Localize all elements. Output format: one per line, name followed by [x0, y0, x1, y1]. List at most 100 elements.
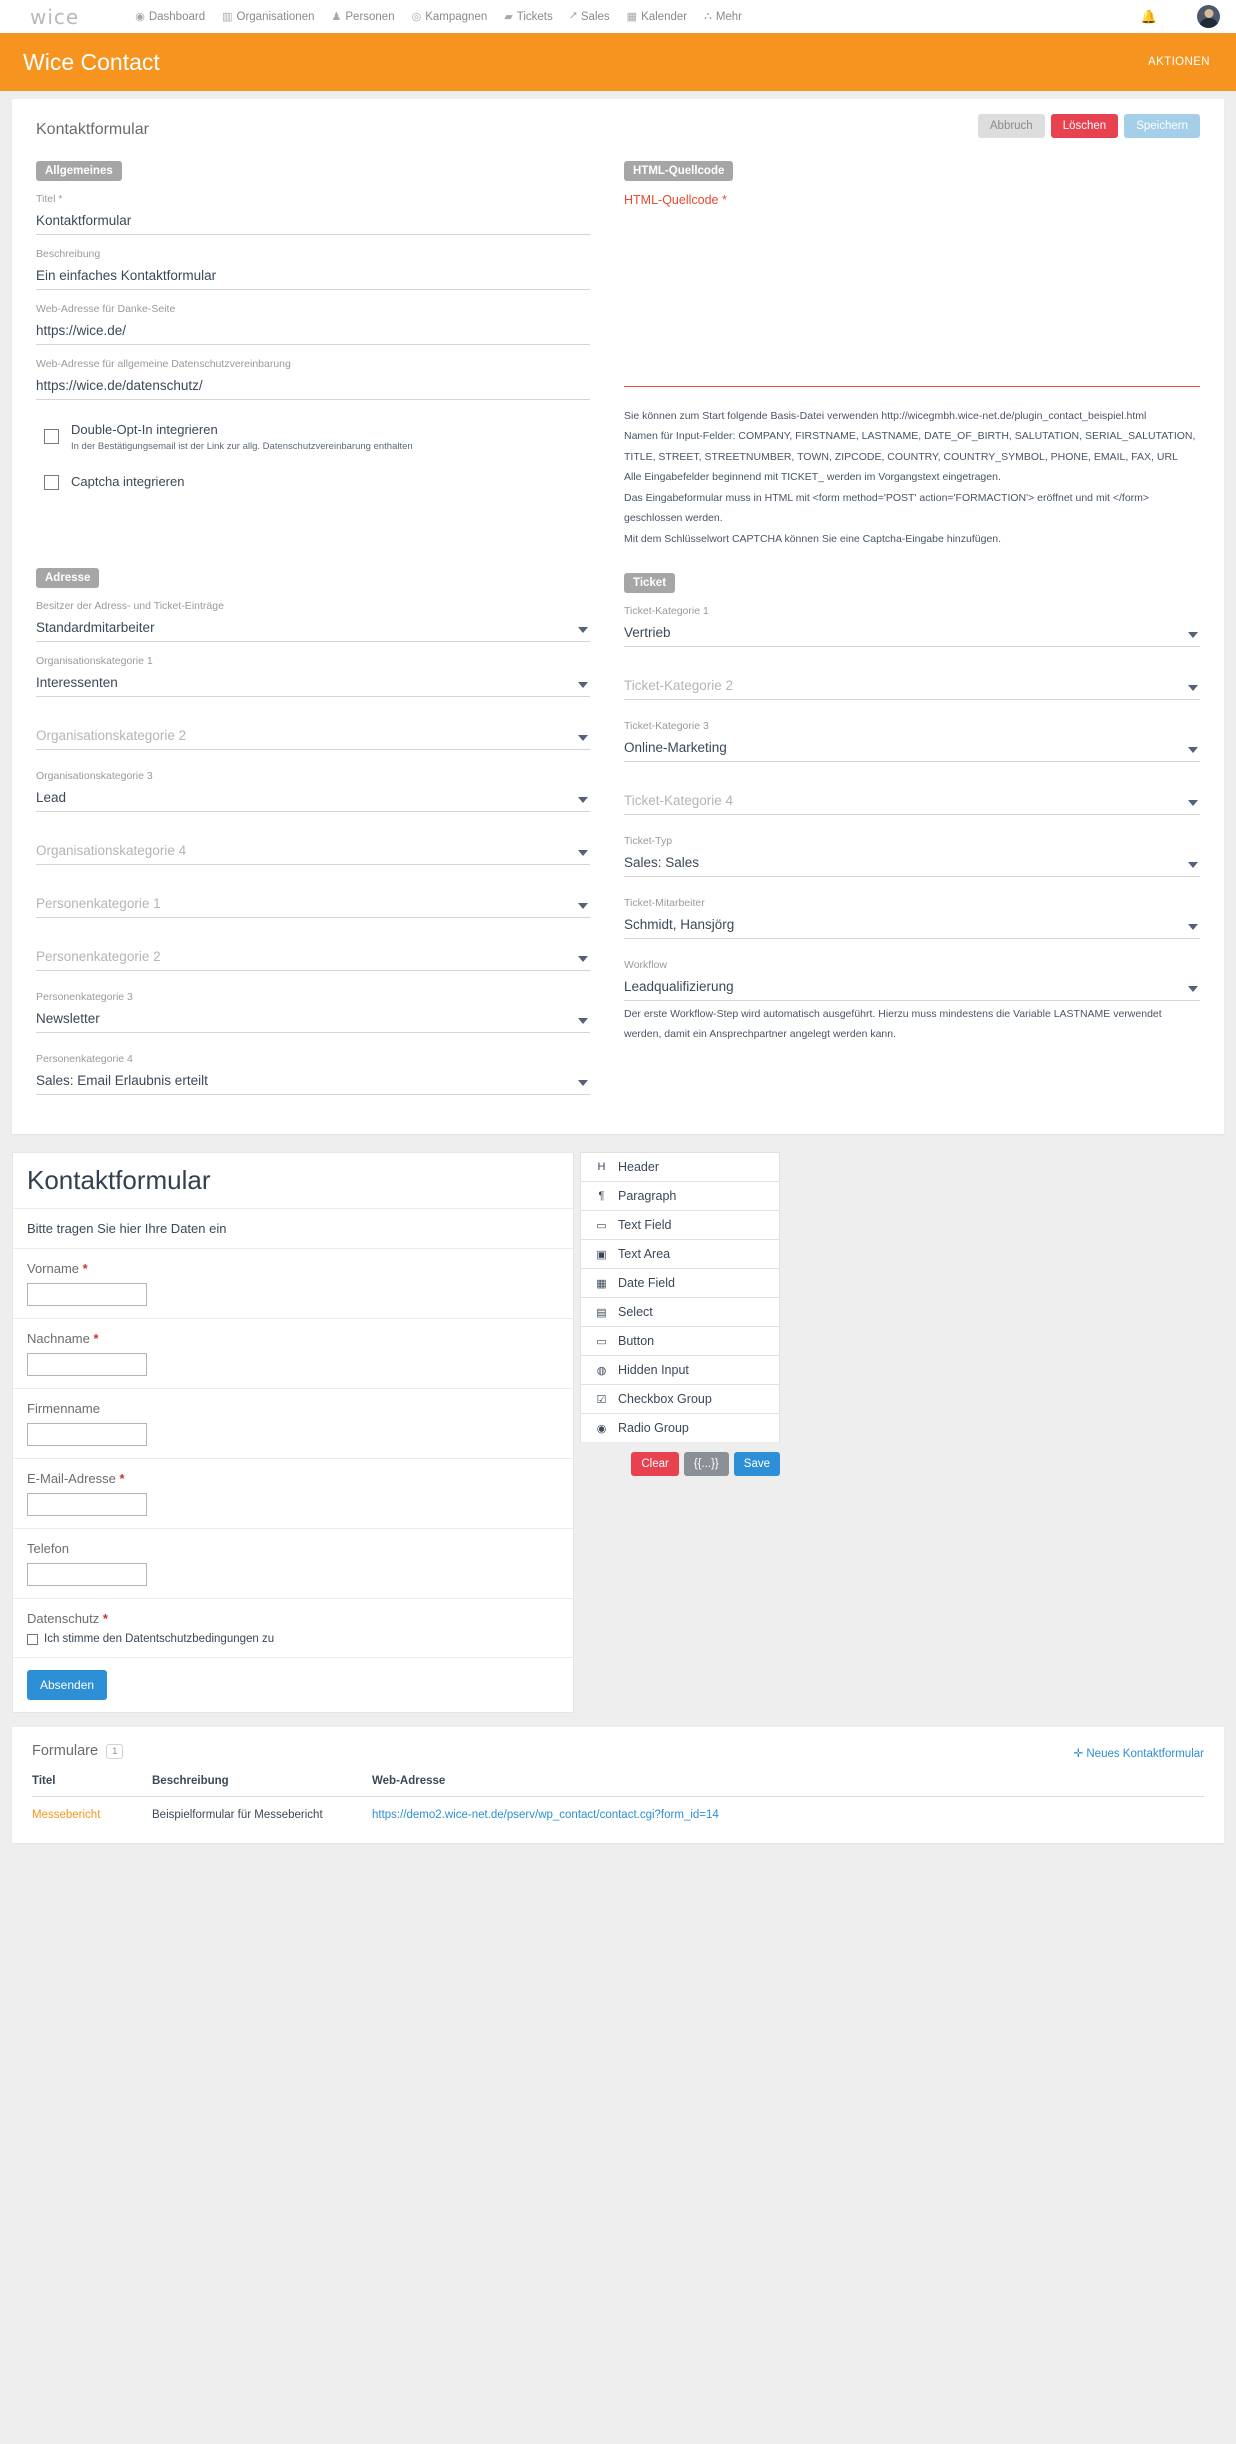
personkat-2-select[interactable] [36, 946, 590, 971]
orgkat-3-select[interactable] [36, 787, 590, 812]
field-label: Organisationskategorie 3 [36, 770, 153, 782]
titel-input[interactable] [36, 210, 590, 235]
builder-form-title: Kontaktformular [27, 1165, 211, 1195]
builder-field-email[interactable]: E-Mail-Adresse * [13, 1459, 573, 1529]
builder-palette: H Header ¶ Paragraph ▭ Text Field ▣ Text… [580, 1152, 780, 1476]
palette-item-label: Paragraph [618, 1189, 677, 1203]
palette-item-date-field[interactable]: ▦ Date Field [580, 1268, 780, 1297]
double-optin-hint: In der Bestätigungsemail ist der Link zu… [71, 441, 413, 452]
absenden-button[interactable]: Absenden [27, 1670, 108, 1700]
personkat-4-select[interactable] [36, 1070, 590, 1095]
builder-field-firmenname[interactable]: Firmenname [13, 1389, 573, 1459]
field-label: Nachname * [27, 1331, 99, 1346]
required-asterisk: * [82, 1261, 88, 1276]
nav-item-personen[interactable]: ♟ Personen [332, 10, 395, 24]
personkat-3-select[interactable] [36, 1008, 590, 1033]
email-input[interactable] [27, 1493, 147, 1516]
builder-header-element[interactable]: Kontaktformular [13, 1153, 573, 1209]
captcha-label: Captcha integrieren [71, 474, 185, 489]
nachname-input[interactable] [27, 1353, 147, 1376]
nav-item-tickets[interactable]: ▰ Tickets [504, 10, 553, 24]
avatar[interactable] [1197, 5, 1220, 28]
ticketkat-1-select[interactable] [624, 622, 1200, 648]
field-personkat-2 [36, 946, 590, 971]
nav-item-mehr[interactable]: ⛬ Mehr [704, 10, 742, 23]
palette-item-paragraph[interactable]: ¶ Paragraph [580, 1181, 780, 1210]
ticketkat-2-select[interactable] [624, 675, 1200, 701]
nav-item-kampagnen[interactable]: ◎ Kampagnen [412, 10, 488, 24]
help-line: Namen für Input-Felder: COMPANY, FIRSTNA… [624, 430, 1196, 463]
double-optin-checkbox[interactable] [44, 429, 59, 444]
danke-seite-input[interactable] [36, 320, 590, 345]
telefon-input[interactable] [27, 1563, 147, 1586]
cancel-button[interactable]: Abbruch [977, 114, 1045, 138]
datenschutz-checkbox-row[interactable]: Ich stimme den Datentschutzbedingungen z… [27, 1633, 559, 1645]
field-personkat-3: Personenkategorie 3 [36, 991, 590, 1033]
field-ticketkat-4 [624, 790, 1200, 816]
orgkat-1-select[interactable] [36, 672, 590, 697]
neues-kontaktformular-button[interactable]: ✛ Neues Kontaktformular [1074, 1746, 1204, 1760]
palette-item-checkbox-group[interactable]: ☑ Checkbox Group [580, 1384, 780, 1413]
personkat-1-select[interactable] [36, 893, 590, 918]
html-quellcode-help: Sie können zum Start folgende Basis-Date… [624, 406, 1200, 549]
field-orgkat-1: Organisationskategorie 1 [36, 655, 590, 697]
field-label: Ticket-Typ [624, 835, 673, 848]
field-label: Telefon [27, 1541, 69, 1556]
vorname-input[interactable] [27, 1283, 147, 1306]
field-orgkat-2 [36, 725, 590, 750]
save-button[interactable]: Speichern [1124, 114, 1200, 138]
nav-item-dashboard[interactable]: ◉ Dashboard [135, 10, 205, 24]
wice-logo[interactable]: wice [30, 5, 79, 29]
field-titel: Titel * [36, 193, 590, 235]
nav-item-kalender[interactable]: ▦ Kalender [627, 10, 687, 24]
ticketkat-4-select[interactable] [624, 790, 1200, 816]
palette-item-select[interactable]: ▤ Select [580, 1297, 780, 1326]
builder-field-datenschutz[interactable]: Datenschutz * Ich stimme den Datentschut… [13, 1599, 573, 1658]
formulare-list-card: Formulare 1 ✛ Neues Kontaktformular Tite… [12, 1727, 1224, 1843]
section-badge-ticket: Ticket [624, 573, 676, 594]
aktionen-button[interactable]: AKTIONEN [1148, 56, 1210, 68]
palette-item-text-area[interactable]: ▣ Text Area [580, 1239, 780, 1268]
clear-button[interactable]: Clear [631, 1452, 679, 1476]
header-h-icon: H [597, 1161, 606, 1173]
builder-paragraph-element[interactable]: Bitte tragen Sie hier Ihre Daten ein [13, 1209, 573, 1249]
nav-item-sales[interactable]: ⭧ Sales [570, 10, 610, 23]
builder-field-telefon[interactable]: Telefon [13, 1529, 573, 1599]
ticketkat-3-select[interactable] [624, 737, 1200, 763]
orgkat-4-select[interactable] [36, 840, 590, 865]
palette-item-header[interactable]: H Header [580, 1152, 780, 1181]
palette-item-button[interactable]: ▭ Button [580, 1326, 780, 1355]
top-navbar: wice ◉ Dashboard ▥ Organisationen ♟ Pers… [0, 0, 1236, 33]
table-row[interactable]: Messebericht Beispielformular für Messeb… [32, 1797, 1204, 1821]
notification-bell-icon[interactable]: 🔔 [1141, 9, 1157, 25]
firmenname-input[interactable] [27, 1423, 147, 1446]
builder-field-vorname[interactable]: Vorname * [13, 1249, 573, 1319]
ticket-mitarbeiter-select[interactable] [624, 914, 1200, 940]
beschreibung-input[interactable] [36, 265, 590, 290]
builder-field-nachname[interactable]: Nachname * [13, 1319, 573, 1389]
delete-button[interactable]: Löschen [1050, 114, 1119, 138]
builder-submit-element[interactable]: Absenden [13, 1658, 573, 1712]
palette-item-text-field[interactable]: ▭ Text Field [580, 1210, 780, 1239]
builder-save-button[interactable]: Save [733, 1452, 780, 1476]
nav-item-label: Sales [580, 10, 610, 23]
workflow-select[interactable] [624, 976, 1200, 1002]
palette-item-radio-group[interactable]: ◉ Radio Group [580, 1413, 780, 1442]
captcha-checkbox[interactable] [44, 475, 59, 490]
nav-item-label: Tickets [516, 10, 553, 23]
column-header-titel: Titel [32, 1775, 152, 1797]
orgkat-2-select[interactable] [36, 725, 590, 750]
ticket-typ-select[interactable] [624, 852, 1200, 878]
besitzer-select[interactable] [36, 617, 590, 642]
formular-url-link[interactable]: https://demo2.wice-net.de/pserv/wp_conta… [372, 1809, 719, 1821]
datenschutz-checkbox[interactable] [27, 1633, 38, 1645]
neues-kontaktformular-label: Neues Kontaktformular [1086, 1748, 1204, 1760]
json-button[interactable]: {{...}} [683, 1452, 729, 1476]
datenschutz-url-input[interactable] [36, 375, 590, 400]
nav-item-organisationen[interactable]: ▥ Organisationen [222, 10, 314, 24]
section-badge-allgemeines: Allgemeines [36, 161, 122, 181]
html-quellcode-textarea[interactable] [624, 212, 1200, 387]
formular-titel-link[interactable]: Messebericht [32, 1809, 100, 1821]
palette-item-hidden-input[interactable]: ◍ Hidden Input [580, 1355, 780, 1384]
formulare-count-badge: 1 [106, 1743, 124, 1759]
